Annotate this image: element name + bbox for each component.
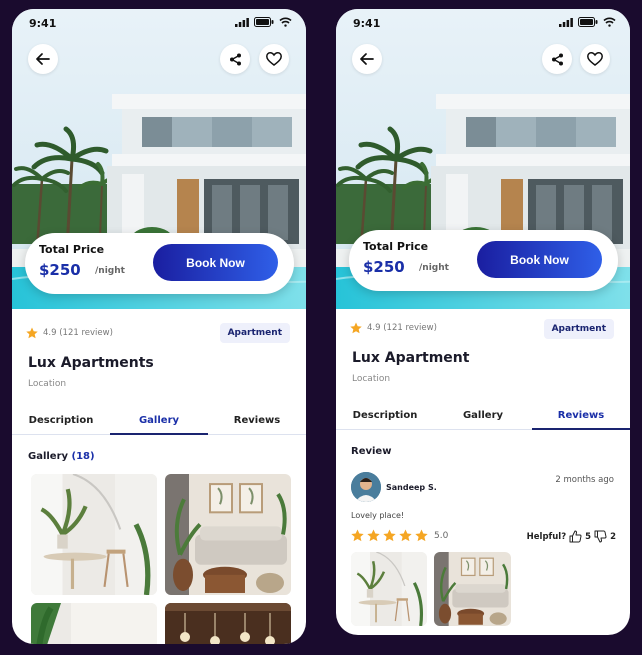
gallery-photo[interactable] bbox=[31, 474, 157, 595]
heart-icon bbox=[587, 52, 603, 66]
favorite-button[interactable] bbox=[580, 44, 610, 74]
star-icon bbox=[351, 529, 364, 542]
star-icon bbox=[367, 529, 380, 542]
gallery-photo[interactable] bbox=[31, 603, 157, 644]
review-heading: Review bbox=[351, 446, 392, 457]
back-button[interactable] bbox=[28, 44, 58, 74]
star-icon bbox=[26, 327, 38, 339]
back-button[interactable] bbox=[352, 44, 382, 74]
wifi-icon bbox=[603, 17, 616, 27]
review-photo[interactable] bbox=[351, 552, 427, 626]
status-bar: 9:41 bbox=[12, 9, 306, 37]
helpful-row: Helpful? 5 2 bbox=[527, 530, 616, 543]
price-unit: /night bbox=[419, 263, 449, 273]
status-time: 9:41 bbox=[353, 17, 381, 30]
star-icon bbox=[350, 322, 362, 334]
thumbs-down-icon[interactable] bbox=[594, 530, 607, 543]
tab-reviews[interactable]: Reviews bbox=[532, 402, 630, 430]
phone-screen-gallery: 9:41 Total Price $250 /night Book Now 4.… bbox=[12, 9, 306, 644]
share-icon bbox=[551, 53, 563, 65]
tab-description[interactable]: Description bbox=[336, 402, 434, 429]
rating-text: 4.9 (121 review) bbox=[367, 323, 437, 333]
tab-gallery[interactable]: Gallery bbox=[110, 407, 208, 435]
signal-icon bbox=[559, 17, 573, 27]
total-price-value: $250 bbox=[39, 261, 81, 279]
signal-icon bbox=[235, 17, 249, 27]
price-unit: /night bbox=[95, 266, 125, 276]
favorite-button[interactable] bbox=[259, 44, 289, 74]
review-time: 2 months ago bbox=[555, 475, 614, 485]
thumbs-up-icon[interactable] bbox=[569, 530, 582, 543]
status-time: 9:41 bbox=[29, 17, 57, 30]
review-stars: 5.0 bbox=[351, 529, 448, 542]
gallery-heading: Gallery (18) bbox=[28, 451, 95, 462]
tab-gallery[interactable]: Gallery bbox=[434, 402, 532, 429]
property-title: Lux Apartment bbox=[352, 350, 470, 366]
gallery-count: (18) bbox=[71, 451, 95, 462]
detail-tabs: Description Gallery Reviews bbox=[12, 407, 306, 435]
status-bar: 9:41 bbox=[336, 9, 630, 37]
rating-text: 4.9 (121 review) bbox=[43, 328, 113, 338]
book-now-button[interactable]: Book Now bbox=[477, 241, 602, 278]
review-photo[interactable] bbox=[434, 552, 511, 626]
property-location: Location bbox=[352, 374, 391, 384]
price-card: Total Price $250 /night Book Now bbox=[25, 233, 294, 294]
review-score: 5.0 bbox=[434, 530, 449, 541]
property-title: Lux Apartments bbox=[28, 355, 154, 371]
helpful-dislikes-count: 2 bbox=[610, 531, 616, 542]
book-now-button[interactable]: Book Now bbox=[153, 244, 278, 281]
rating-row: 4.9 (121 review) bbox=[350, 322, 437, 334]
helpful-label: Helpful? bbox=[526, 531, 567, 542]
share-button[interactable] bbox=[542, 44, 572, 74]
tab-reviews[interactable]: Reviews bbox=[208, 407, 306, 434]
price-card: Total Price $250 /night Book Now bbox=[349, 230, 618, 291]
reviewer-name: Sandeep S. bbox=[386, 483, 437, 492]
back-arrow-icon bbox=[360, 53, 374, 65]
property-type-badge: Apartment bbox=[543, 319, 614, 339]
gallery-label: Gallery bbox=[28, 451, 69, 462]
helpful-likes-count: 5 bbox=[585, 531, 592, 542]
star-icon bbox=[415, 529, 428, 542]
star-icon bbox=[399, 529, 412, 542]
star-icon bbox=[383, 529, 396, 542]
total-price-label: Total Price bbox=[363, 240, 429, 253]
heart-icon bbox=[266, 52, 282, 66]
phone-screen-reviews: 9:41 Total Price $250 /night Book Now 4.… bbox=[336, 9, 630, 635]
gallery-photo[interactable] bbox=[165, 474, 291, 595]
review-comment: Lovely place! bbox=[351, 511, 405, 520]
rating-row: 4.9 (121 review) bbox=[26, 327, 113, 339]
avatar bbox=[351, 472, 381, 502]
property-location: Location bbox=[28, 379, 67, 389]
gallery-photo[interactable] bbox=[165, 603, 291, 644]
tab-description[interactable]: Description bbox=[12, 407, 110, 434]
battery-icon bbox=[254, 17, 274, 27]
back-arrow-icon bbox=[36, 53, 50, 65]
wifi-icon bbox=[279, 17, 292, 27]
total-price-label: Total Price bbox=[39, 243, 105, 256]
battery-icon bbox=[578, 17, 598, 27]
share-button[interactable] bbox=[220, 44, 250, 74]
detail-tabs: Description Gallery Reviews bbox=[336, 402, 630, 430]
property-type-badge: Apartment bbox=[219, 323, 290, 343]
total-price-value: $250 bbox=[363, 258, 405, 276]
share-icon bbox=[229, 53, 241, 65]
